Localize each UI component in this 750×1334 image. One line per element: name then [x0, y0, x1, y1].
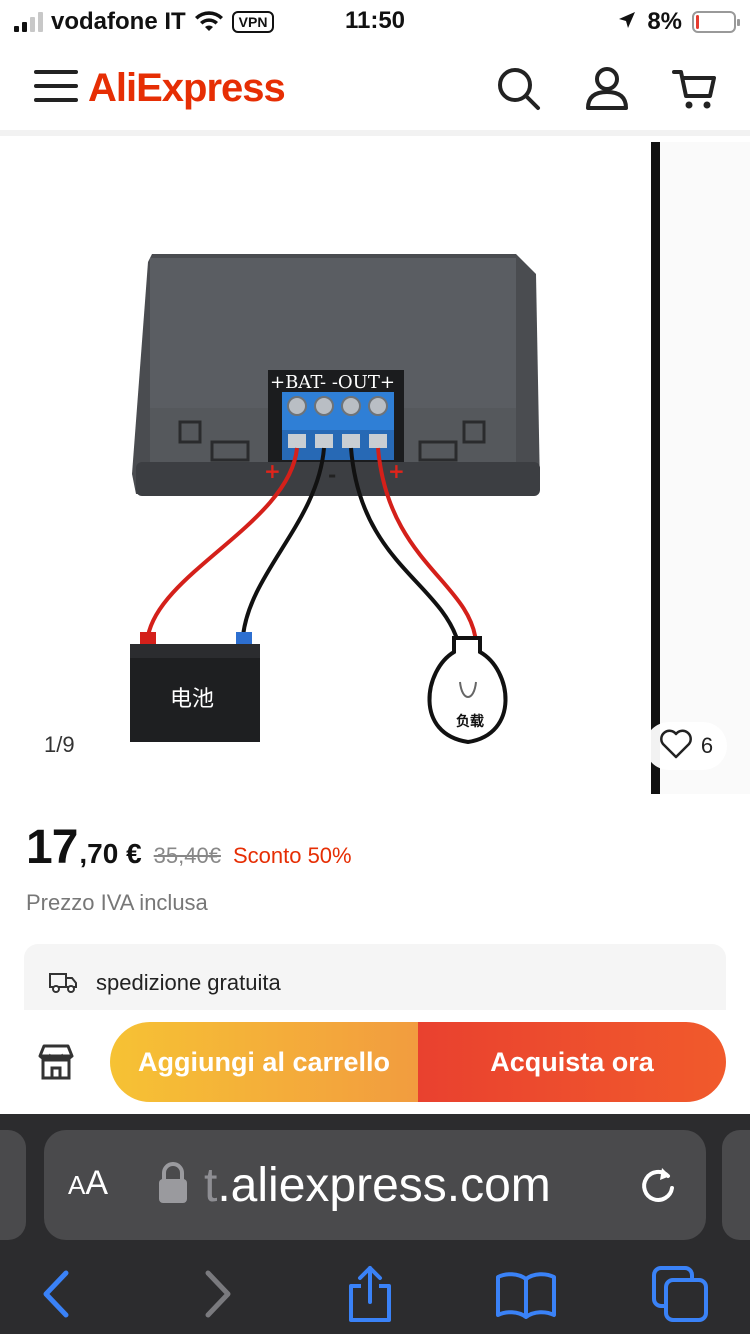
url-faded-part: t [204, 1159, 218, 1212]
product-image-gallery[interactable]: +BAT- -OUT+ + - + 电池 负载 1/9 6 [0, 142, 750, 794]
price-integer: 17 [26, 821, 78, 874]
price-decimal: ,70 € [79, 838, 142, 869]
user-icon[interactable] [582, 64, 632, 114]
back-arrow-icon[interactable] [24, 1262, 88, 1326]
load-label: 负载 [456, 713, 484, 730]
original-price: 35,40€ [153, 843, 221, 868]
forward-arrow-icon[interactable] [186, 1262, 250, 1326]
heart-icon [659, 729, 693, 764]
address-bar[interactable]: AA t.aliexpress.com [44, 1130, 706, 1240]
reload-icon[interactable] [638, 1162, 678, 1211]
wishlist-count: 6 [700, 733, 714, 758]
status-left: vodafone IT VPN [14, 8, 275, 36]
safari-toolbar: AA t.aliexpress.com [0, 1114, 750, 1334]
url-text[interactable]: t.aliexpress.com [204, 1158, 551, 1213]
plus-marker-out: + [388, 459, 405, 483]
status-bar: vodafone IT VPN 11:50 8% [0, 0, 750, 44]
cart-icon[interactable] [670, 64, 720, 114]
aa-large: A [85, 1164, 109, 1202]
share-icon[interactable] [338, 1262, 402, 1326]
site-header: AliExpress [0, 44, 750, 136]
product-image[interactable]: +BAT- -OUT+ + - + 电池 负载 [0, 142, 651, 794]
plus-marker: + [264, 459, 281, 483]
location-arrow-icon [617, 10, 637, 35]
carrier-name: vodafone IT [51, 8, 186, 35]
wishlist-button[interactable]: 6 [645, 722, 727, 770]
store-icon[interactable] [36, 1042, 76, 1087]
add-to-cart-button[interactable]: Aggiungi al carrello [110, 1022, 418, 1102]
vat-note: Prezzo IVA inclusa [26, 890, 208, 915]
browser-nav-row [0, 1254, 750, 1334]
buy-now-button[interactable]: Acquista ora [418, 1022, 726, 1102]
battery-icon [692, 11, 740, 33]
hamburger-menu-icon[interactable] [34, 70, 78, 104]
bookmarks-icon[interactable] [494, 1262, 558, 1326]
status-right: 8% [617, 8, 740, 36]
signal-strength-icon [14, 12, 43, 32]
reader-settings-button[interactable]: AA [68, 1164, 108, 1203]
price-block: 17 ,70 € 35,40€ Sconto 50% [26, 820, 352, 875]
minus-marker: - [328, 463, 336, 487]
delivery-truck-icon [48, 970, 78, 999]
aliexpress-logo[interactable]: AliExpress [88, 66, 286, 111]
battery-label: 电池 [170, 687, 214, 712]
action-bar: Aggiungi al carrello Acquista ora [0, 1010, 750, 1114]
tabs-icon[interactable] [648, 1262, 712, 1326]
terminal-label: +BAT- -OUT+ [270, 372, 395, 393]
wifi-icon [194, 11, 224, 33]
image-counter: 1/9 [44, 732, 75, 757]
search-icon[interactable] [494, 64, 544, 114]
vpn-badge: VPN [231, 11, 275, 33]
battery-percent: 8% [647, 8, 682, 35]
battery-level-fill [696, 15, 699, 29]
next-image-preview[interactable] [660, 142, 750, 794]
previous-tab-preview[interactable] [0, 1130, 26, 1240]
aa-small: A [68, 1170, 86, 1200]
next-tab-preview[interactable] [722, 1130, 750, 1240]
lock-icon [156, 1160, 190, 1211]
discount-label: Sconto 50% [232, 843, 352, 868]
shipping-card[interactable]: spedizione gratuita [24, 944, 726, 1016]
gallery-divider [651, 142, 660, 794]
shipping-label: spedizione gratuita [96, 970, 281, 995]
url-domain: .aliexpress.com [217, 1159, 551, 1212]
